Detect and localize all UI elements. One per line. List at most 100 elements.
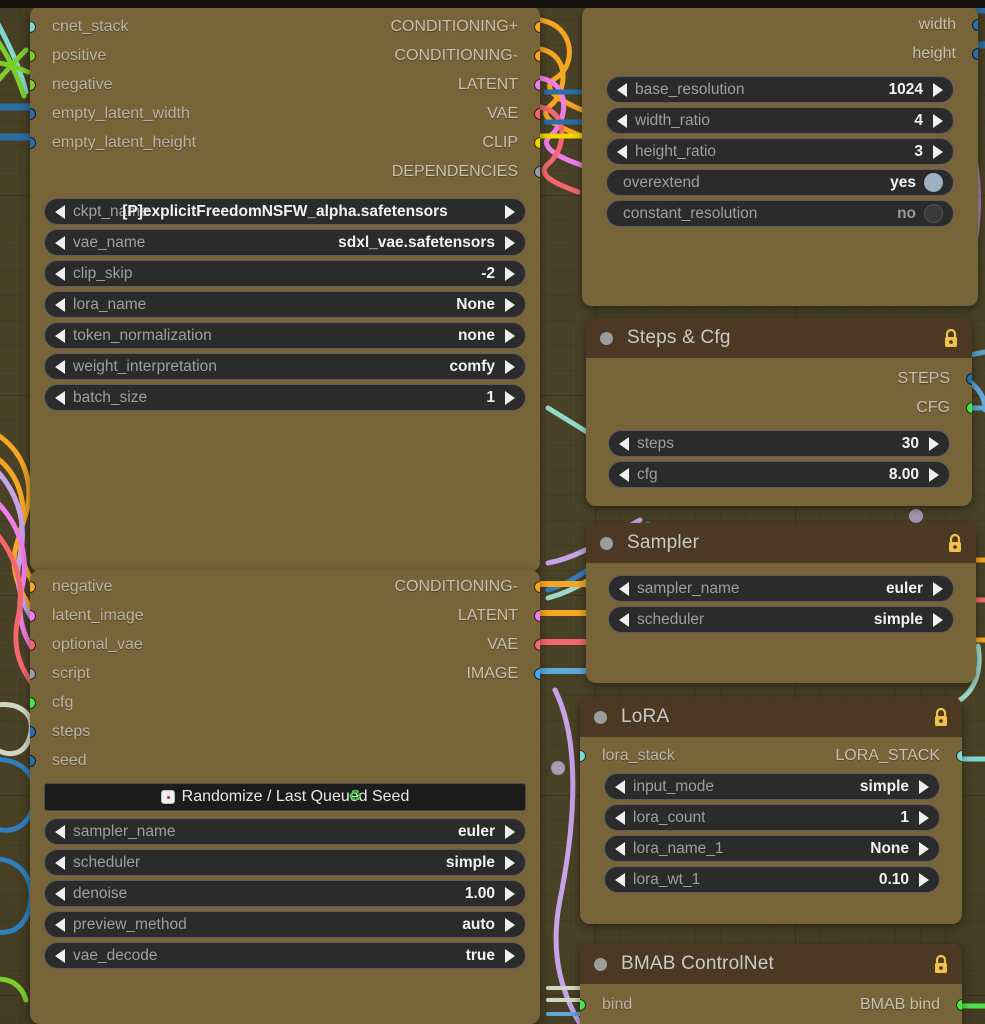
chevron-left-icon[interactable] [615,810,625,825]
chevron-right-icon[interactable] [505,948,515,963]
widget-lora-wt-1[interactable]: lora_wt_1 0.10 [604,866,940,893]
widget-weight-interpretation[interactable]: weight_interpretation comfy [44,353,526,380]
lock-icon[interactable] [942,328,960,348]
widget-height-ratio[interactable]: height_ratio 3 [606,138,954,165]
widget-batch-size[interactable]: batch_size 1 [44,384,526,411]
widget-token-normalization[interactable]: token_normalization none [44,322,526,349]
node-efficient-loader[interactable]: cnet_stack CONDITIONING+ positive CONDIT… [30,6,540,572]
input-dot-positive[interactable] [30,49,36,62]
input-dot-lora-stack[interactable] [580,749,586,762]
node-bmab-controlnet[interactable]: BMAB ControlNet bind BMAB bind [580,944,962,1024]
chevron-left-icon[interactable] [55,204,65,219]
chevron-right-icon[interactable] [505,886,515,901]
node-header-sampler[interactable]: Sampler [586,523,976,563]
lock-icon[interactable] [932,954,950,974]
input-dot-cfg[interactable] [30,696,36,709]
collapse-dot-icon[interactable] [600,536,613,550]
input-dot-bind[interactable] [580,998,586,1011]
chevron-right-icon[interactable] [505,855,515,870]
chevron-right-icon[interactable] [505,328,515,343]
chevron-right-icon[interactable] [505,204,515,219]
widget-sampler-name[interactable]: sampler_name euler [44,818,526,845]
node-ksampler-efficient[interactable]: negative CONDITIONING- latent_image LATE… [30,570,540,1024]
input-dot-negative[interactable] [30,580,36,593]
chevron-right-icon[interactable] [505,390,515,405]
chevron-left-icon[interactable] [617,144,627,159]
chevron-right-icon[interactable] [505,824,515,839]
output-dot-height[interactable] [972,47,978,60]
chevron-right-icon[interactable] [933,144,943,159]
chevron-left-icon[interactable] [55,328,65,343]
chevron-right-icon[interactable] [919,779,929,794]
output-dot-latent[interactable] [534,78,540,91]
output-dot-clip[interactable] [534,136,540,149]
node-graph-canvas[interactable]: cnet_stack CONDITIONING+ positive CONDIT… [0,0,985,1024]
input-dot-cnet-stack[interactable] [30,20,36,33]
output-dot-image[interactable] [534,667,540,680]
node-sampler[interactable]: Sampler sampler_name euler scheduler sim… [586,523,976,683]
output-dot-vae[interactable] [534,638,540,651]
output-dot-dependencies[interactable] [534,165,540,178]
widget-lora-name[interactable]: lora_name None [44,291,526,318]
widget-input-mode[interactable]: input_mode simple [604,773,940,800]
input-dot-seed[interactable] [30,754,36,767]
output-dot-lora-stack[interactable] [956,749,962,762]
toggle-knob-overextend[interactable] [924,173,943,192]
widget-base-resolution[interactable]: base_resolution 1024 [606,76,954,103]
node-header-bmab-controlnet[interactable]: BMAB ControlNet [580,944,962,984]
widget-cfg[interactable]: cfg 8.00 [608,461,950,488]
input-dot-script[interactable] [30,667,36,680]
chevron-right-icon[interactable] [505,297,515,312]
chevron-left-icon[interactable] [55,266,65,281]
output-dot-vae[interactable] [534,107,540,120]
node-header-steps-cfg[interactable]: Steps & Cfg [586,318,972,358]
lock-icon[interactable] [946,533,964,553]
input-dot-steps[interactable] [30,725,36,738]
input-dot-empty-latent-width[interactable] [30,107,36,120]
chevron-right-icon[interactable] [929,467,939,482]
collapse-dot-icon[interactable] [600,331,613,345]
chevron-right-icon[interactable] [505,359,515,374]
chevron-left-icon[interactable] [55,917,65,932]
randomize-last-queued-seed-button[interactable]: Randomize / Last Queued Seed ♻ [44,783,526,811]
chevron-right-icon[interactable] [919,872,929,887]
chevron-left-icon[interactable] [619,612,629,627]
widget-ckpt-name[interactable]: ckpt_name [P]explicitFreedomNSFW_alpha.s… [44,198,526,225]
widget-lora-name-1[interactable]: lora_name_1 None [604,835,940,862]
toggle-knob-constant-resolution[interactable] [924,204,943,223]
lock-icon[interactable] [932,707,950,727]
output-dot-bmab-bind[interactable] [956,998,962,1011]
chevron-right-icon[interactable] [505,266,515,281]
chevron-left-icon[interactable] [55,855,65,870]
input-dot-optional-vae[interactable] [30,638,36,651]
chevron-left-icon[interactable] [55,948,65,963]
collapse-dot-icon[interactable] [594,957,607,971]
chevron-left-icon[interactable] [55,886,65,901]
widget-preview-method[interactable]: preview_method auto [44,911,526,938]
widget-overextend[interactable]: overextend yes [606,169,954,196]
node-lora[interactable]: LoRA lora_stack LORA_STACK input_mode si… [580,697,962,924]
node-resolution[interactable]: width height base_resolution 1024 width_… [582,6,978,306]
output-dot-conditioning-minus[interactable] [534,580,540,593]
chevron-left-icon[interactable] [615,779,625,794]
chevron-right-icon[interactable] [933,113,943,128]
chevron-left-icon[interactable] [55,235,65,250]
widget-clip-skip[interactable]: clip_skip -2 [44,260,526,287]
collapse-dot-icon[interactable] [594,710,607,724]
widget-denoise[interactable]: denoise 1.00 [44,880,526,907]
widget-lora-count[interactable]: lora_count 1 [604,804,940,831]
widget-scheduler[interactable]: scheduler simple [608,606,954,633]
chevron-right-icon[interactable] [505,235,515,250]
widget-width-ratio[interactable]: width_ratio 4 [606,107,954,134]
chevron-right-icon[interactable] [919,810,929,825]
chevron-right-icon[interactable] [505,917,515,932]
input-dot-negative[interactable] [30,78,36,91]
chevron-left-icon[interactable] [619,436,629,451]
widget-vae-decode[interactable]: vae_decode true [44,942,526,969]
chevron-right-icon[interactable] [919,841,929,856]
output-dot-latent[interactable] [534,609,540,622]
input-dot-latent-image[interactable] [30,609,36,622]
chevron-right-icon[interactable] [933,82,943,97]
chevron-left-icon[interactable] [619,581,629,596]
chevron-left-icon[interactable] [617,113,627,128]
